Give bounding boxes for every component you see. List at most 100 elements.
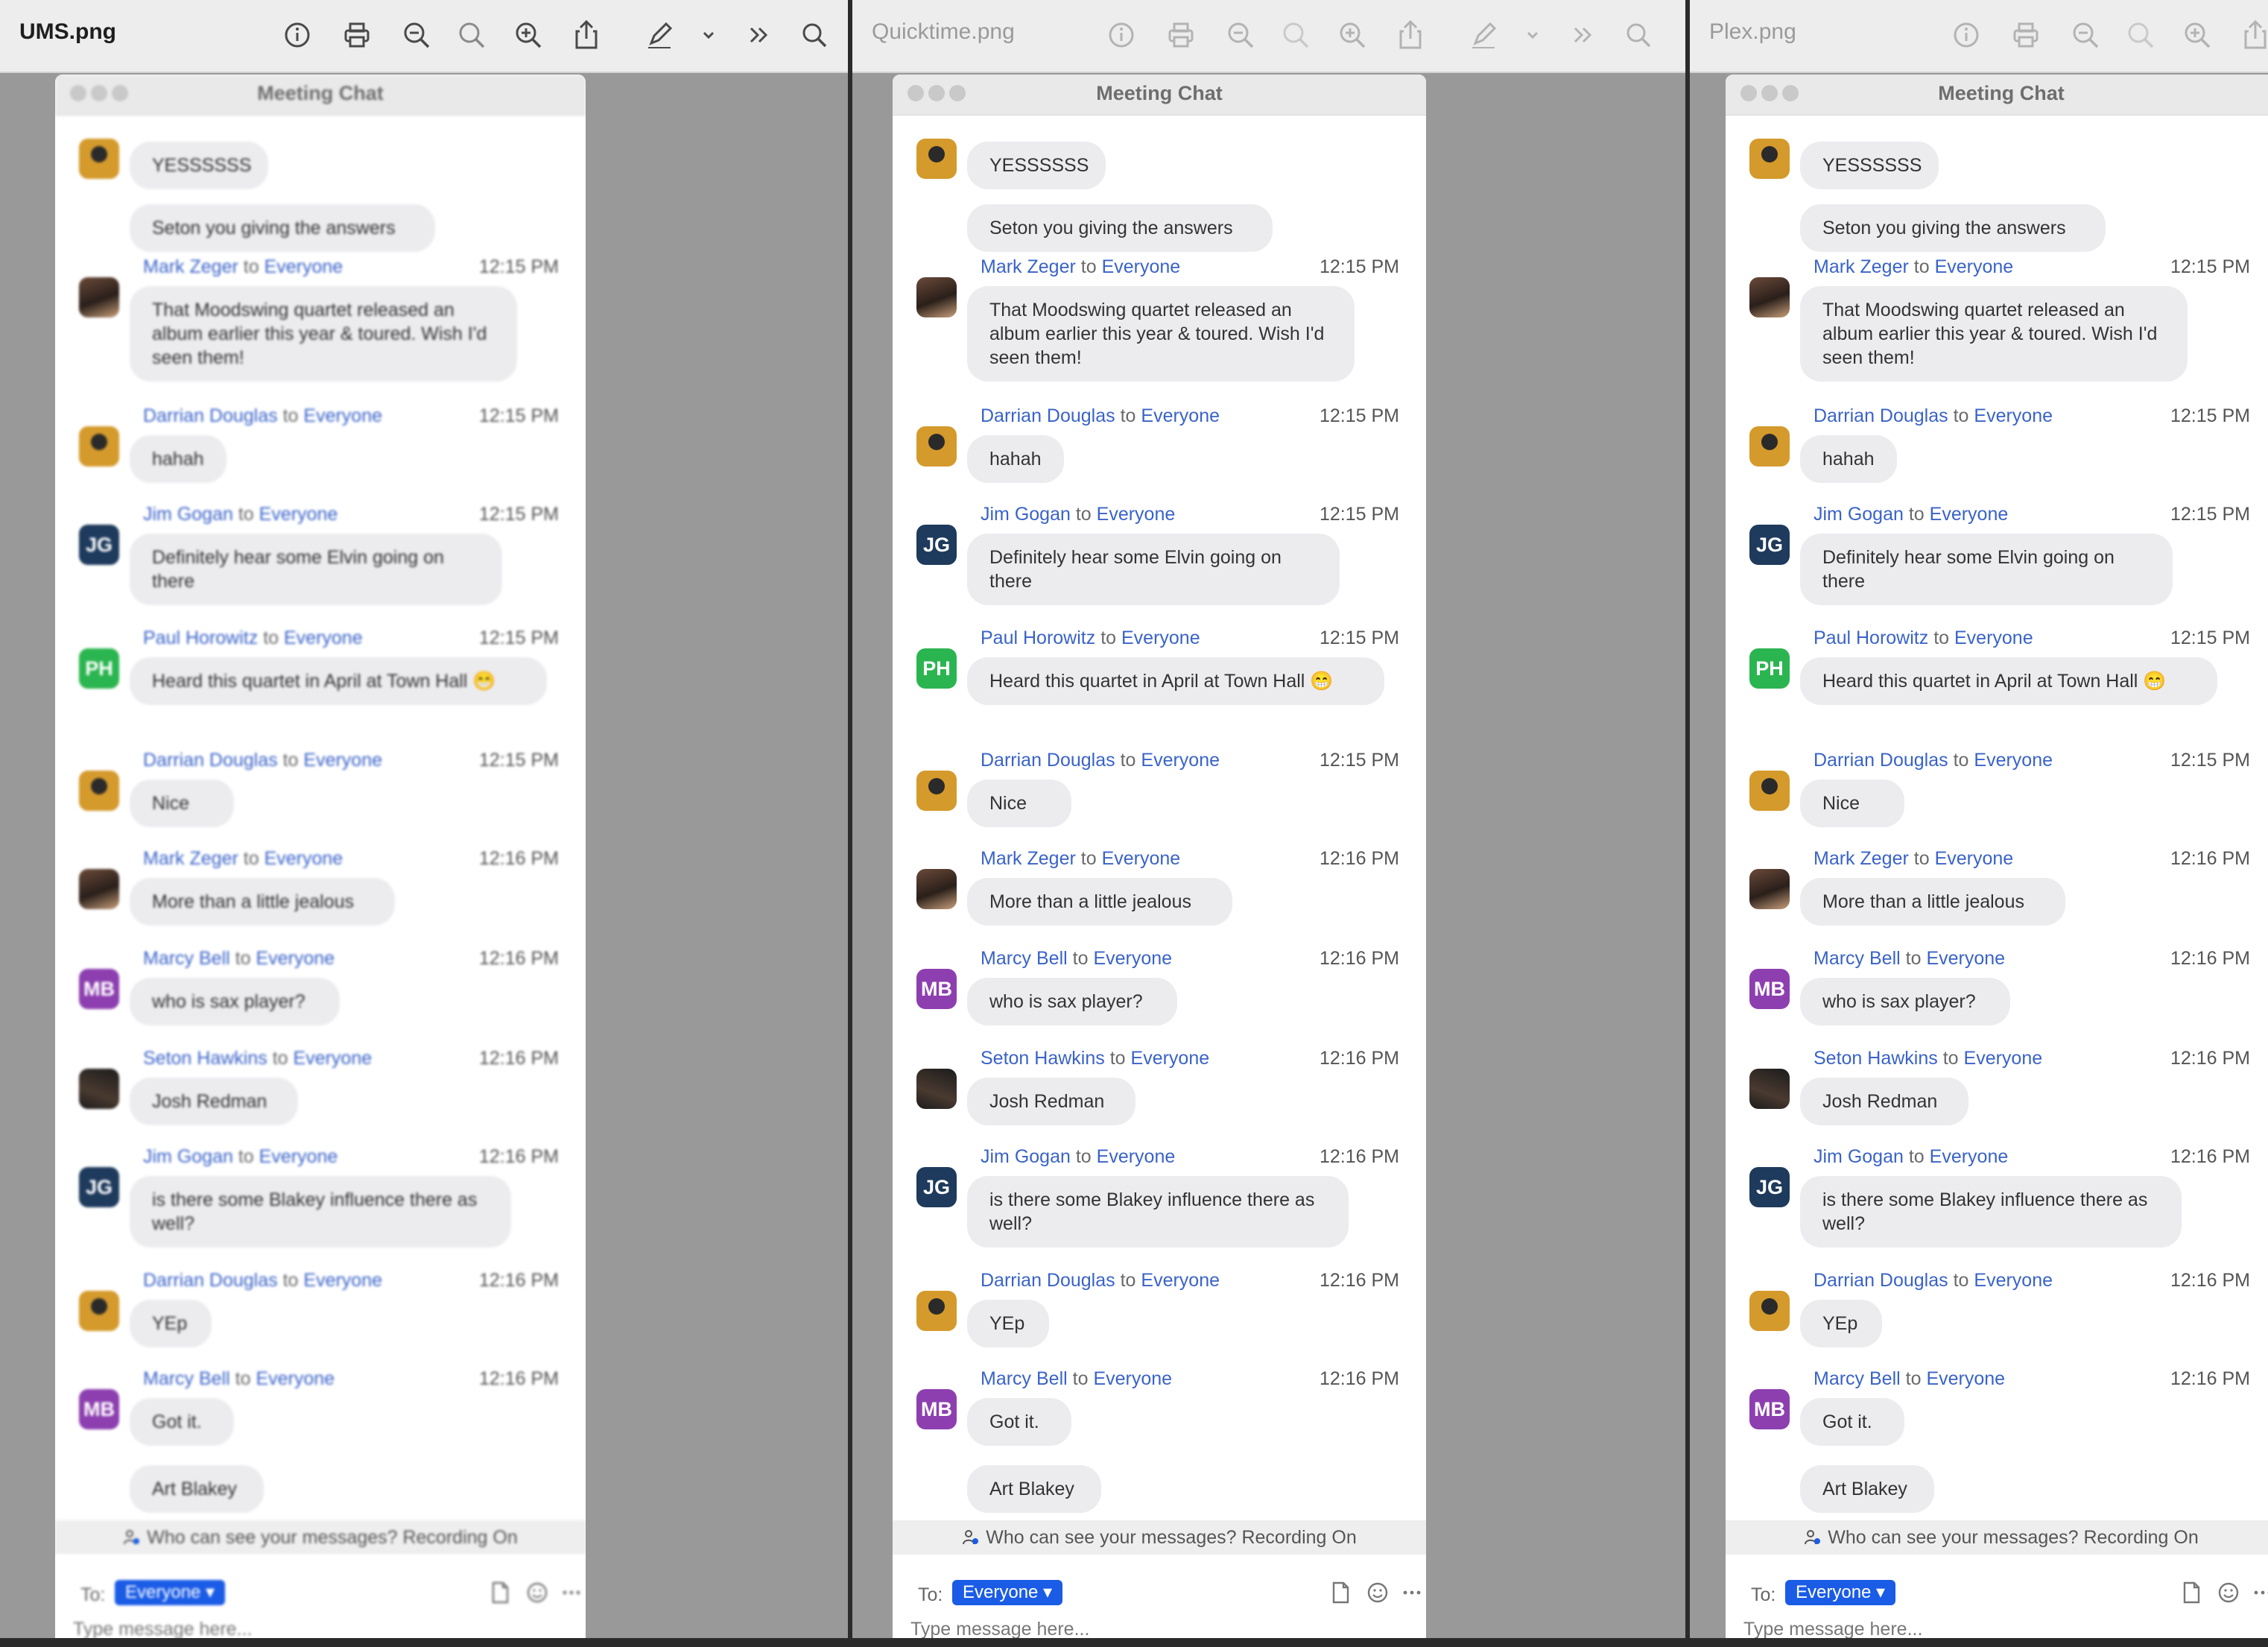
sender-name[interactable]: Jim Gogan xyxy=(143,1146,233,1167)
message-header: Mark Zeger to Everyone xyxy=(143,848,343,870)
emoji-icon[interactable] xyxy=(1365,1580,1390,1605)
avatar: MB xyxy=(1749,1389,1790,1429)
recording-notice-text: Who can see your messages? Recording On xyxy=(986,1527,1357,1548)
sender-name[interactable]: Marcy Bell xyxy=(981,948,1068,969)
markup-pen-icon[interactable] xyxy=(644,19,675,51)
sender-name[interactable]: Darrian Douglas xyxy=(981,405,1115,426)
search-icon[interactable] xyxy=(799,19,830,51)
message-list[interactable]: YESSSSSS Seton you giving the answers Mark… xyxy=(55,115,586,1638)
avatar xyxy=(916,771,957,811)
file-icon[interactable] xyxy=(2179,1580,2204,1605)
to-label: to xyxy=(272,1048,288,1069)
sender-name[interactable]: Jim Gogan xyxy=(143,504,233,525)
sender-name[interactable]: Paul Horowitz xyxy=(143,627,258,648)
sender-name[interactable]: Darrian Douglas xyxy=(143,750,278,771)
more-tools-icon[interactable] xyxy=(744,19,775,51)
recipient-selector[interactable]: Everyone ▾ xyxy=(1785,1580,1896,1605)
sender-name[interactable]: Darrian Douglas xyxy=(1814,405,1948,426)
zoom-out-icon[interactable] xyxy=(2070,19,2101,51)
info-icon[interactable] xyxy=(282,19,313,51)
file-icon[interactable] xyxy=(487,1580,513,1605)
sender-name[interactable]: Mark Zeger xyxy=(143,848,238,869)
message-time: 12:15 PM xyxy=(2170,504,2250,525)
avatar: JG xyxy=(79,525,119,565)
sender-name[interactable]: Jim Gogan xyxy=(981,504,1071,525)
share-icon[interactable] xyxy=(2240,19,2268,51)
sender-name[interactable]: Mark Zeger xyxy=(143,256,238,277)
more-tools-icon[interactable] xyxy=(1568,19,1599,51)
recording-notice[interactable]: Who can see your messages? Recording On xyxy=(55,1520,586,1555)
sender-name[interactable]: Seton Hawkins xyxy=(1814,1048,1938,1069)
sender-name[interactable]: Seton Hawkins xyxy=(981,1048,1105,1069)
message-header: Paul Horowitz to Everyone xyxy=(1814,627,2033,649)
avatar xyxy=(916,426,957,467)
sender-name[interactable]: Darrian Douglas xyxy=(981,750,1115,771)
sender-name[interactable]: Mark Zeger xyxy=(1814,256,1909,277)
message-header: Mark Zeger to Everyone xyxy=(143,256,343,278)
more-options-icon[interactable] xyxy=(559,1580,584,1605)
sender-name[interactable]: Marcy Bell xyxy=(981,1368,1068,1389)
recording-notice-text: Who can see your messages? Recording On xyxy=(147,1527,518,1548)
message-list[interactable]: YESSSSSS Seton you giving the answers Mark… xyxy=(1726,115,2268,1638)
sender-name[interactable]: Marcy Bell xyxy=(1814,1368,1901,1389)
print-icon[interactable] xyxy=(341,19,373,51)
more-options-icon[interactable] xyxy=(1399,1580,1425,1605)
print-icon[interactable] xyxy=(2010,19,2041,51)
message-header: Paul Horowitz to Everyone xyxy=(143,627,363,649)
recipient-selector[interactable]: Everyone ▾ xyxy=(115,1580,226,1605)
emoji-icon[interactable] xyxy=(525,1580,550,1605)
message-header: Marcy Bell to Everyone xyxy=(981,1368,1172,1390)
recipient-name: Everyone xyxy=(1934,848,2014,869)
sender-name[interactable]: Darrian Douglas xyxy=(981,1270,1115,1291)
sender-name[interactable]: Paul Horowitz xyxy=(981,627,1095,648)
zoom-in-icon[interactable] xyxy=(2182,19,2213,51)
markup-pen-icon[interactable] xyxy=(1468,19,1499,51)
zoom-in-icon[interactable] xyxy=(1337,19,1368,51)
more-options-icon[interactable] xyxy=(2250,1580,2268,1605)
message-list[interactable]: YESSSSSS Seton you giving the answers Mark… xyxy=(893,115,1426,1638)
sender-name[interactable]: Darrian Douglas xyxy=(143,405,278,426)
sender-name[interactable]: Jim Gogan xyxy=(1814,504,1904,525)
sender-name[interactable]: Jim Gogan xyxy=(1814,1146,1904,1167)
sender-name[interactable]: Seton Hawkins xyxy=(143,1048,267,1069)
chat-titlebar: Meeting Chat xyxy=(55,75,586,116)
message-time: 12:15 PM xyxy=(2170,627,2250,648)
message-input[interactable]: Type message here... xyxy=(910,1619,1089,1638)
zoom-out-icon[interactable] xyxy=(401,19,432,51)
sender-name[interactable]: Jim Gogan xyxy=(981,1146,1071,1167)
info-icon[interactable] xyxy=(1106,19,1137,51)
sender-name[interactable]: Darrian Douglas xyxy=(1814,750,1948,771)
message-input[interactable]: Type message here... xyxy=(73,1619,252,1638)
avatar xyxy=(1749,426,1790,467)
file-icon[interactable] xyxy=(1328,1580,1353,1605)
sender-name[interactable]: Mark Zeger xyxy=(1814,848,1909,869)
message-input[interactable]: Type message here... xyxy=(1743,1619,1922,1638)
avatar: MB xyxy=(79,1389,119,1429)
zoom-in-icon[interactable] xyxy=(513,19,544,51)
sender-name[interactable]: Darrian Douglas xyxy=(143,1270,278,1291)
print-icon[interactable] xyxy=(1165,19,1197,51)
zoom-fit-icon[interactable] xyxy=(2125,19,2156,51)
emoji-icon[interactable] xyxy=(2216,1580,2241,1605)
sender-name[interactable]: Mark Zeger xyxy=(981,848,1076,869)
sender-name[interactable]: Mark Zeger xyxy=(981,256,1076,277)
sender-name[interactable]: Marcy Bell xyxy=(1814,948,1901,969)
info-icon[interactable] xyxy=(1951,19,1982,51)
chevron-down-icon[interactable] xyxy=(693,19,724,51)
sender-name[interactable]: Paul Horowitz xyxy=(1814,627,1928,648)
search-icon[interactable] xyxy=(1623,19,1654,51)
zoom-fit-icon[interactable] xyxy=(456,19,487,51)
message-bubble: YESSSSSS xyxy=(130,142,268,189)
share-icon[interactable] xyxy=(1395,19,1426,51)
chevron-down-icon[interactable] xyxy=(1517,19,1548,51)
recording-notice[interactable]: Who can see your messages? Recording On xyxy=(893,1520,1426,1555)
sender-name[interactable]: Darrian Douglas xyxy=(1814,1270,1948,1291)
share-icon[interactable] xyxy=(571,19,602,51)
sender-name[interactable]: Marcy Bell xyxy=(143,948,230,969)
zoom-out-icon[interactable] xyxy=(1225,19,1256,51)
sender-name[interactable]: Marcy Bell xyxy=(143,1368,230,1389)
recording-notice[interactable]: Who can see your messages? Recording On xyxy=(1726,1520,2268,1555)
message-header: Mark Zeger to Everyone xyxy=(981,848,1180,870)
recipient-selector[interactable]: Everyone ▾ xyxy=(952,1580,1063,1605)
zoom-fit-icon[interactable] xyxy=(1280,19,1311,51)
